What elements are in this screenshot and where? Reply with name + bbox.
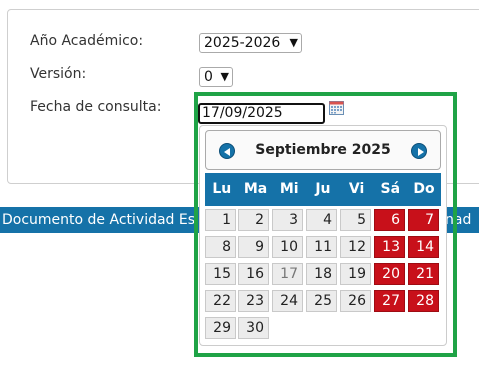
chevron-down-icon: ▼ bbox=[220, 70, 229, 83]
section-title: Documento de Actividad Es bbox=[2, 212, 196, 228]
chevron-down-icon: ▼ bbox=[289, 36, 298, 49]
version-select[interactable]: 0 ▼ bbox=[199, 67, 233, 87]
version-value: 0 bbox=[204, 69, 213, 85]
highlight-frame bbox=[194, 92, 457, 357]
academic-year-value: 2025-2026 bbox=[204, 35, 281, 51]
date-label: Fecha de consulta: bbox=[30, 99, 162, 115]
academic-year-select[interactable]: 2025-2026 ▼ bbox=[199, 33, 302, 53]
version-label: Versión: bbox=[30, 66, 87, 82]
academic-year-label: Año Académico: bbox=[30, 33, 144, 49]
